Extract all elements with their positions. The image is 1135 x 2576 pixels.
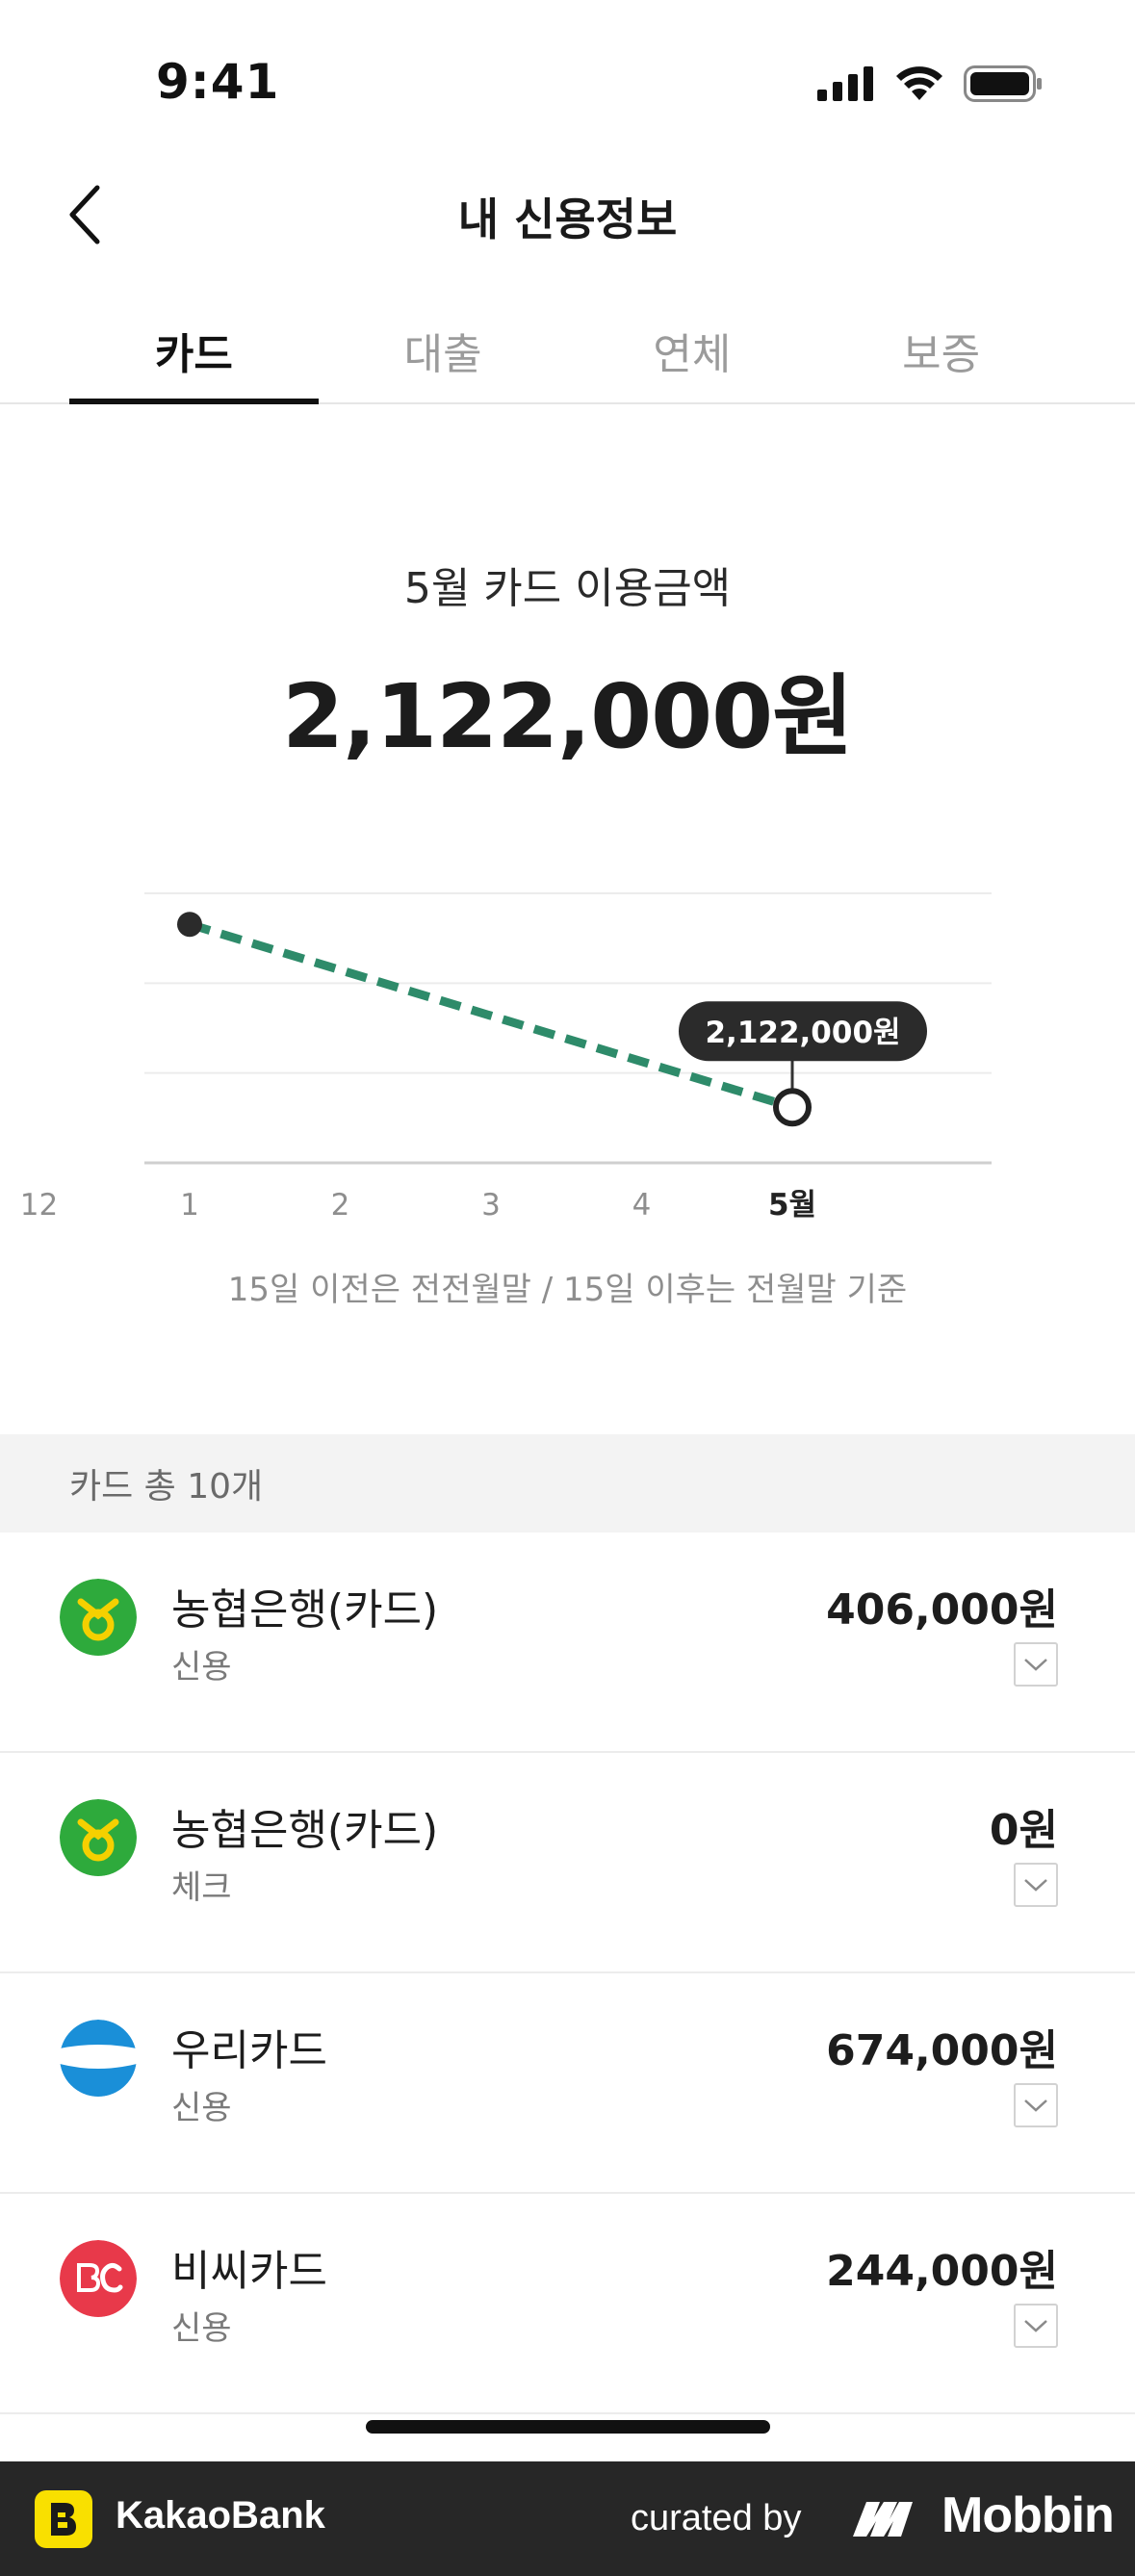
- x-tick-label: 4: [632, 1188, 652, 1223]
- home-indicator: [366, 2420, 770, 2434]
- value-tooltip-label: 2,122,000원: [705, 1016, 900, 1050]
- summary-label: 5월 카드 이용금액: [403, 564, 732, 613]
- chevron-down-icon: [1024, 1879, 1047, 1892]
- cards-count-label: 카드 총 10개: [69, 1467, 264, 1507]
- kakaobank-logo-icon: [35, 2490, 92, 2548]
- data-point-highlight: [773, 1088, 812, 1127]
- card-name: 우리카드: [171, 2026, 327, 2075]
- tab-guarantee[interactable]: 보증: [816, 298, 1066, 402]
- cards-section-header: 카드 총 10개: [0, 1434, 1135, 1533]
- tab-loan[interactable]: 대출: [319, 298, 568, 402]
- tab-bar: 카드 대출 연체 보증: [0, 298, 1135, 404]
- x-tick-label: 1: [180, 1188, 199, 1223]
- summary-amount: 2,122,000원: [282, 665, 854, 768]
- card-type: 신용: [171, 2309, 232, 2348]
- chevron-down-icon: [1024, 1659, 1047, 1671]
- card-amount: 406,000원: [826, 1585, 1058, 1635]
- expand-button[interactable]: [1014, 1863, 1058, 1907]
- card-row[interactable]: 농협은행(카드) 체크 0원: [0, 1753, 1135, 1973]
- expand-button[interactable]: [1014, 2083, 1058, 2127]
- woori-card-logo-icon: [60, 2020, 137, 2097]
- usage-chart: 2,122,000원 12 1 2 3 4 5월: [0, 866, 1135, 1290]
- x-tick-label: 3: [481, 1188, 501, 1223]
- nh-bank-logo-icon: [60, 1579, 137, 1656]
- expand-button[interactable]: [1014, 1642, 1058, 1687]
- nav-bar: 내 신용정보: [0, 164, 1135, 270]
- expand-button[interactable]: [1014, 2304, 1058, 2348]
- tab-overdue[interactable]: 연체: [568, 298, 817, 402]
- usage-line-chart: 2,122,000원12 1 2 3 4 5월: [20, 892, 992, 1223]
- nh-bank-logo-icon: [60, 1799, 137, 1876]
- footer-brand: Mobbin: [942, 2487, 1115, 2543]
- card-row[interactable]: 농협은행(카드) 신용 406,000원: [0, 1533, 1135, 1753]
- wifi-icon: [896, 66, 942, 100]
- footer-app-name: KakaoBank: [116, 2494, 325, 2537]
- card-name: 비씨카드: [171, 2247, 327, 2296]
- mobbin-logo-icon: [853, 2502, 913, 2537]
- bc-card-logo-icon: [60, 2240, 137, 2317]
- chart-note: 15일 이전은 전전월말 / 15일 이후는 전월말 기준: [227, 1271, 908, 1309]
- status-bar: 9:41: [0, 0, 1135, 164]
- tab-card[interactable]: 카드: [69, 298, 319, 404]
- data-point: [177, 912, 202, 938]
- chevron-down-icon: [1024, 2099, 1047, 2112]
- card-row[interactable]: 비씨카드 신용 244,000원: [0, 2194, 1135, 2414]
- x-tick-label: 12: [20, 1188, 58, 1223]
- x-tick-label: 2: [331, 1188, 350, 1223]
- battery-icon: [964, 65, 1042, 102]
- card-amount: 674,000원: [826, 2026, 1058, 2075]
- card-amount: 0원: [989, 1806, 1058, 1855]
- chevron-down-icon: [1024, 2320, 1047, 2332]
- footer-curated-label: curated by: [631, 2498, 802, 2538]
- footer-banner: KakaoBank curated by Mobbin: [0, 2461, 1135, 2576]
- status-icons: [817, 62, 1043, 106]
- card-list: 농협은행(카드) 신용 406,000원 농협은행(카드) 체크 0원 우리카드…: [0, 1533, 1135, 2414]
- x-tick-label: 5월: [768, 1188, 816, 1223]
- card-name: 농협은행(카드): [171, 1806, 439, 1855]
- card-amount: 244,000원: [826, 2247, 1058, 2296]
- cellular-signal-icon: [817, 66, 873, 101]
- status-time: 9:41: [156, 54, 280, 110]
- card-type: 신용: [171, 1648, 232, 1687]
- card-name: 농협은행(카드): [171, 1585, 439, 1635]
- card-type: 신용: [171, 2089, 232, 2127]
- page-title: 내 신용정보: [457, 193, 678, 245]
- card-type: 체크: [171, 1868, 232, 1907]
- card-row[interactable]: 우리카드 신용 674,000원: [0, 1973, 1135, 2194]
